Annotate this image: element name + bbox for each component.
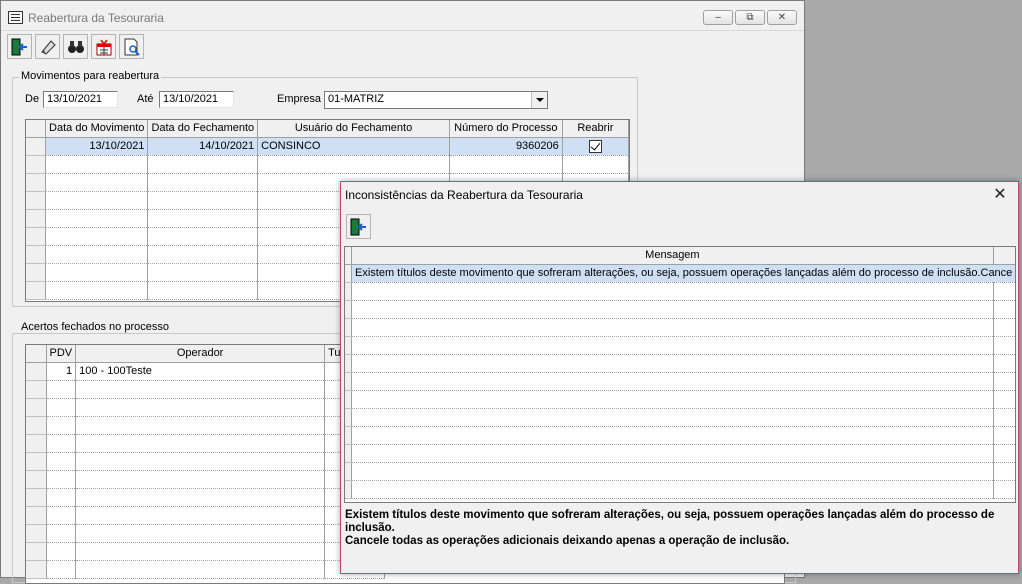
dialog-title: Inconsistências da Reabertura da Tesoura… (345, 188, 583, 202)
exit-door-icon (11, 38, 27, 56)
empresa-select-value: 01-MATRIZ (328, 93, 385, 105)
grid-indicator-header (26, 345, 47, 363)
search-button[interactable] (63, 34, 88, 59)
cell-operador[interactable]: 100 - 100Teste (75, 362, 326, 381)
acertos-group-label: Acertos fechados no processo (19, 321, 171, 333)
clear-button[interactable] (35, 34, 60, 59)
table-row[interactable] (26, 398, 386, 417)
cell-pdv[interactable]: 1 (46, 362, 77, 381)
col-header-data-movimento[interactable]: Data do Movimento (45, 120, 149, 138)
table-row[interactable] (345, 300, 1015, 319)
table-row[interactable] (26, 434, 386, 453)
message-line-2: Cancele todas as operações adicionais de… (345, 535, 790, 547)
eraser-icon (41, 40, 56, 55)
col-header-data-fechamento[interactable]: Data do Fechamento (147, 120, 259, 138)
dialog-exit-button[interactable] (346, 214, 371, 239)
table-row[interactable] (26, 452, 386, 471)
table-row[interactable] (26, 542, 386, 561)
table-row[interactable] (345, 354, 1015, 373)
process-button[interactable] (91, 34, 116, 59)
report-button[interactable] (119, 34, 144, 59)
grid-indicator-header (26, 120, 47, 138)
cell-numero-processo[interactable]: 9360206 (449, 137, 563, 156)
table-row[interactable]: 1 100 - 100Teste (26, 362, 386, 381)
table-row[interactable]: Existem títulos deste movimento que sofr… (345, 264, 1015, 283)
table-row[interactable] (345, 480, 1015, 499)
empresa-label: Empresa (277, 93, 322, 105)
cell-reabrir[interactable] (562, 137, 629, 156)
message-detail[interactable]: Existem títulos deste movimento que sofr… (343, 509, 1015, 569)
gift-calendar-icon (96, 39, 112, 56)
message-line-1: Existem títulos deste movimento que sofr… (345, 509, 995, 534)
table-row[interactable] (26, 470, 386, 489)
de-date-input[interactable]: 13/10/2021 (43, 91, 118, 108)
de-label: De (25, 93, 40, 105)
binoculars-icon (68, 41, 84, 53)
cell-usuario[interactable]: CONSINCO (257, 137, 450, 156)
row-indicator[interactable] (26, 137, 47, 156)
movimentos-group-label: Movimentos para reabertura (19, 70, 162, 82)
table-row[interactable] (26, 416, 386, 435)
title-bar: Reabertura da Tesouraria – ⧉ ✕ (1, 1, 804, 31)
dialog-close-button[interactable]: ✕ (990, 185, 1010, 205)
restore-button[interactable]: ⧉ (735, 10, 765, 25)
col-header-mensagem[interactable]: Mensagem (351, 247, 994, 265)
row-indicator[interactable] (26, 362, 47, 381)
close-button[interactable]: ✕ (767, 10, 797, 25)
table-row[interactable] (345, 318, 1015, 337)
col-header-operador[interactable]: Operador (75, 345, 326, 363)
col-header-reabrir[interactable]: Reabrir (562, 120, 629, 138)
table-row[interactable] (345, 444, 1015, 463)
table-row[interactable] (345, 426, 1015, 445)
table-row[interactable] (26, 488, 386, 507)
cell-data-movimento[interactable]: 13/10/2021 (45, 137, 149, 156)
table-row[interactable] (26, 155, 629, 174)
table-row[interactable]: 13/10/2021 14/10/2021 CONSINCO 9360206 (26, 137, 629, 156)
table-row[interactable] (345, 408, 1015, 427)
ate-label: Até (137, 93, 154, 105)
app-icon (8, 11, 23, 24)
ate-date-input[interactable]: 13/10/2021 (159, 91, 234, 108)
empresa-select[interactable]: 01-MATRIZ (324, 91, 548, 109)
chevron-down-icon[interactable] (531, 92, 547, 108)
col-header-pdv[interactable]: PDV (46, 345, 77, 363)
table-row[interactable] (345, 462, 1015, 481)
mensagem-grid[interactable]: Mensagem Existem títulos deste movimento… (344, 246, 1016, 503)
col-header-usuario[interactable]: Usuário do Fechamento (257, 120, 450, 138)
cell-data-fechamento[interactable]: 14/10/2021 (147, 137, 259, 156)
table-row[interactable] (26, 524, 386, 543)
table-row[interactable] (345, 372, 1015, 391)
inconsistencias-dialog: Inconsistências da Reabertura da Tesoura… (340, 181, 1019, 574)
grid-filler-header (993, 247, 1015, 265)
reabrir-checkbox[interactable] (588, 139, 602, 153)
table-row[interactable] (345, 336, 1015, 355)
table-row[interactable] (26, 380, 386, 399)
cell-mensagem[interactable]: Existem títulos deste movimento que sofr… (351, 264, 1015, 283)
table-row[interactable] (26, 506, 386, 525)
exit-door-icon (350, 218, 366, 236)
col-header-numero-processo[interactable]: Número do Processo (449, 120, 563, 138)
table-row[interactable] (345, 390, 1015, 409)
window-title: Reabertura da Tesouraria (28, 11, 164, 25)
document-search-icon (124, 38, 140, 56)
table-row[interactable] (345, 282, 1015, 301)
table-row[interactable] (26, 560, 386, 579)
exit-button[interactable] (7, 34, 32, 59)
minimize-button[interactable]: – (703, 10, 733, 25)
